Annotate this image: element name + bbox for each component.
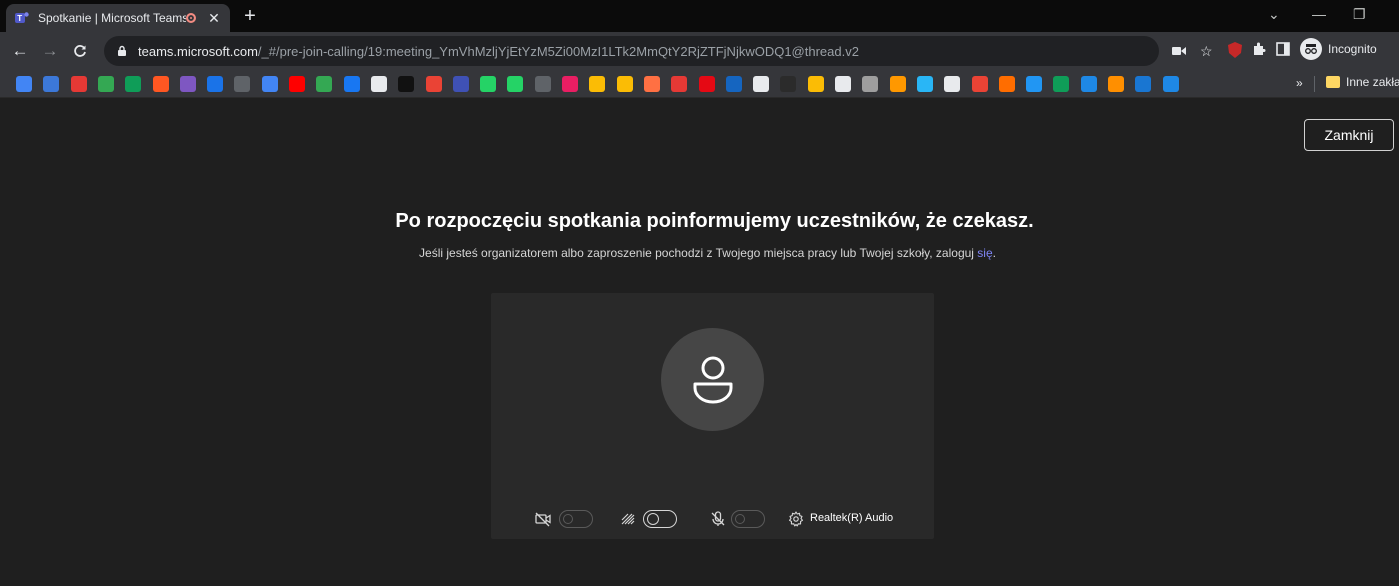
bookmark-favicon-icon[interactable] xyxy=(807,76,824,92)
bookmarks-folder-other[interactable]: Inne zakładki xyxy=(1326,75,1399,89)
new-tab-button[interactable]: + xyxy=(240,6,260,27)
bookmark-favicon-icon[interactable] xyxy=(698,76,715,92)
bookmark-favicon-icon[interactable] xyxy=(971,76,988,92)
subtitle-end: . xyxy=(992,246,996,260)
lock-icon xyxy=(118,45,126,56)
bookmark-favicon-icon[interactable] xyxy=(343,76,360,92)
bookmark-favicon-icon[interactable] xyxy=(425,76,442,92)
bookmark-favicon-icon[interactable] xyxy=(780,76,797,92)
bookmark-favicon-icon[interactable] xyxy=(1108,76,1124,92)
background-effects-toggle[interactable] xyxy=(643,510,677,528)
close-button[interactable]: Zamknij xyxy=(1304,119,1394,151)
bookmark-favicon-icon[interactable] xyxy=(370,76,387,92)
browser-tabstrip: T Spotkanie | Microsoft Teams ✕ + ⌄ — ❐ xyxy=(0,0,1399,32)
bookmark-favicon-icon[interactable] xyxy=(944,76,961,92)
extensions-icon[interactable] xyxy=(1252,42,1266,60)
reload-icon[interactable] xyxy=(70,41,90,61)
bookmark-favicon-icon[interactable] xyxy=(70,76,87,92)
sign-in-link[interactable]: się xyxy=(977,246,992,260)
page-subtitle: Jeśli jesteś organizatorem albo zaprosze… xyxy=(0,246,1399,260)
bookmark-favicon-icon[interactable] xyxy=(835,76,851,92)
bookmark-favicon-icon[interactable] xyxy=(589,76,606,92)
bookmark-favicon-icon[interactable] xyxy=(398,76,415,92)
bookmark-favicon-icon[interactable] xyxy=(562,76,578,92)
background-effects-icon xyxy=(621,513,635,525)
bookmark-favicon-icon[interactable] xyxy=(261,76,278,92)
incognito-label: Incognito xyxy=(1328,42,1377,56)
toggle-knob xyxy=(647,513,659,525)
bookmarks-overflow-icon[interactable]: » xyxy=(1296,76,1303,90)
video-preview: Realtek(R) Audio xyxy=(491,293,934,539)
bookmark-favicon-icon[interactable] xyxy=(452,76,469,92)
restore-icon[interactable]: ❐ xyxy=(1353,6,1366,23)
microphone-off-icon xyxy=(711,511,725,526)
bookmarks-separator xyxy=(1314,76,1315,92)
browser-tab-teams[interactable]: T Spotkanie | Microsoft Teams ✕ xyxy=(6,4,230,32)
device-settings-gear-icon[interactable] xyxy=(788,511,804,527)
bookmark-favicon-icon[interactable] xyxy=(16,76,32,92)
bookmark-favicon-icon[interactable] xyxy=(1080,76,1097,92)
bookmark-favicon-icon[interactable] xyxy=(725,76,742,92)
back-arrow-icon[interactable]: ← xyxy=(10,41,30,61)
bookmark-favicon-icon[interactable] xyxy=(998,76,1015,92)
bookmark-favicon-icon[interactable] xyxy=(862,76,879,92)
bookmark-favicon-icon[interactable] xyxy=(889,76,906,92)
bookmark-favicon-icon[interactable] xyxy=(152,76,169,92)
bookmark-star-icon[interactable]: ☆ xyxy=(1200,42,1213,60)
side-panel-icon[interactable] xyxy=(1276,42,1290,60)
address-path: /_#/pre-join-calling/19:meeting_YmVhMzlj… xyxy=(257,43,859,59)
audio-device-label[interactable]: Realtek(R) Audio xyxy=(810,512,893,524)
page-title: Po rozpoczęciu spotkania poinformujemy u… xyxy=(395,210,1034,232)
camera-in-use-icon[interactable] xyxy=(1172,42,1186,60)
bookmark-favicon-icon[interactable] xyxy=(480,76,497,92)
recording-indicator-icon xyxy=(186,13,196,23)
ublock-icon[interactable] xyxy=(1228,42,1242,60)
bookmark-favicon-icon[interactable] xyxy=(125,76,142,92)
bookmark-favicon-icon[interactable] xyxy=(534,76,551,92)
bookmark-favicon-icon[interactable] xyxy=(507,76,524,92)
incognito-icon xyxy=(1300,38,1322,60)
browser-toolbar: ← → teams.microsoft.com/_#/pre-join-call… xyxy=(0,32,1399,70)
bookmark-favicon-icon[interactable] xyxy=(643,76,660,92)
address-bar[interactable]: teams.microsoft.com/_#/pre-join-calling/… xyxy=(104,36,1159,66)
teams-prejoin-page: Zamknij Po rozpoczęciu spotkania poinfor… xyxy=(0,98,1399,586)
avatar xyxy=(661,328,764,431)
bookmark-favicon-icon[interactable] xyxy=(1135,76,1152,92)
bookmarks-bar: » Inne zakładki xyxy=(0,70,1399,98)
device-controls: Realtek(R) Audio xyxy=(491,507,934,531)
bookmark-favicon-icon[interactable] xyxy=(916,76,933,92)
incognito-indicator[interactable]: Incognito xyxy=(1300,38,1377,60)
bookmark-favicon-icon[interactable] xyxy=(671,76,688,92)
bookmark-favicon-icon[interactable] xyxy=(207,76,224,92)
address-host: teams.microsoft.com xyxy=(138,43,258,59)
minimize-icon[interactable]: — xyxy=(1312,6,1326,22)
bookmark-favicon-icon[interactable] xyxy=(1026,76,1043,92)
bookmark-favicon-icon[interactable] xyxy=(179,76,196,92)
bookmark-favicon-icon[interactable] xyxy=(43,76,60,92)
teams-icon: T xyxy=(14,10,30,26)
folder-icon xyxy=(1326,76,1340,88)
bookmark-favicon-icon[interactable] xyxy=(753,76,770,92)
microphone-toggle[interactable] xyxy=(731,510,765,528)
bookmark-favicon-icon[interactable] xyxy=(234,76,251,92)
toggle-knob xyxy=(735,514,745,524)
camera-off-icon xyxy=(535,512,551,527)
bookmarks-folder-label: Inne zakładki xyxy=(1346,75,1399,89)
toggle-knob xyxy=(563,514,573,524)
tab-search-icon[interactable]: ⌄ xyxy=(1268,6,1280,23)
camera-toggle[interactable] xyxy=(559,510,593,528)
bookmark-favicon-icon[interactable] xyxy=(289,76,305,92)
bookmark-favicon-icon[interactable] xyxy=(1162,76,1179,92)
subtitle-text: Jeśli jesteś organizatorem albo zaprosze… xyxy=(419,246,978,260)
tab-title: Spotkanie | Microsoft Teams xyxy=(38,11,186,25)
bookmark-favicon-icon[interactable] xyxy=(97,76,114,92)
person-icon xyxy=(693,356,732,403)
svg-text:T: T xyxy=(17,14,22,23)
tab-close-icon[interactable]: ✕ xyxy=(206,10,222,27)
bookmark-favicon-icon[interactable] xyxy=(616,76,633,92)
bookmark-favicon-icon[interactable] xyxy=(1053,76,1070,92)
bookmark-favicon-icon[interactable] xyxy=(316,76,333,92)
forward-arrow-icon[interactable]: → xyxy=(40,41,60,61)
